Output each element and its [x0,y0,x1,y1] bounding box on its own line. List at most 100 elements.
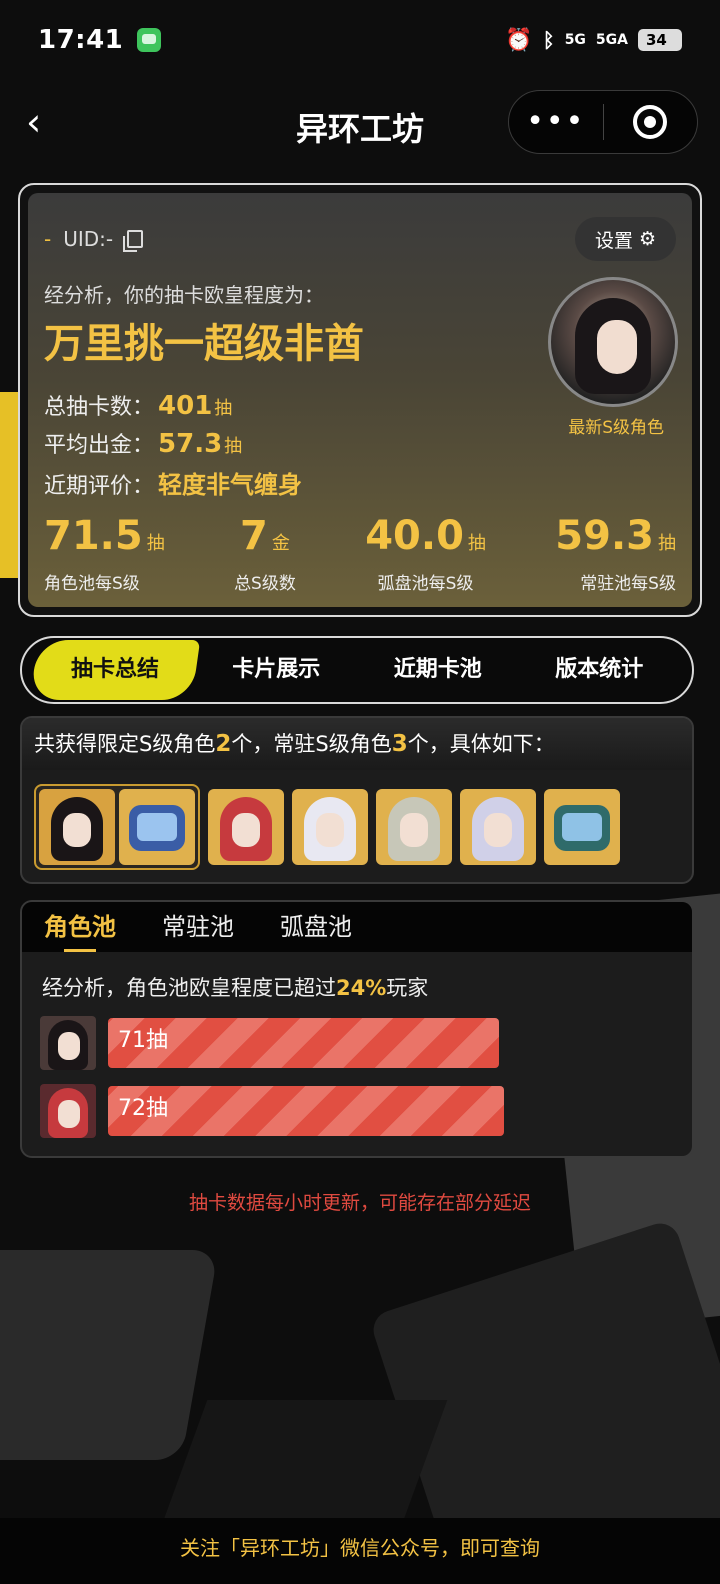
more-icon[interactable]: ••• [509,107,603,137]
stat-standard-pool: 59.3 抽 常驻池每S级 [555,513,676,594]
limited-count: 2 [215,731,232,757]
mini-program-capsule: ••• [508,90,698,154]
uid-label: UID:- [63,227,114,251]
pool-tab-character[interactable]: 角色池 [44,902,116,952]
pull-bar-track: 71抽 [108,1018,504,1068]
stat-label: 角色池每S级 [44,574,140,594]
pool-tab-standard[interactable]: 常驻池 [162,902,234,952]
pool-panel: 角色池 常驻池 弧盘池 经分析，角色池欧皇程度已超过24%玩家 71抽 72抽 [20,900,694,1158]
avg-gold-unit: 抽 [224,436,243,457]
character-card[interactable] [292,789,368,865]
latest-card-group[interactable] [34,784,200,870]
pull-bar: 71抽 [108,1018,499,1068]
stat-unit: 抽 [657,533,676,554]
pool-analysis: 经分析，角色池欧皇程度已超过24%玩家 [42,972,428,1002]
pull-bar-track: 72抽 [108,1086,504,1136]
close-target-icon[interactable] [604,105,698,139]
character-avatar [40,1016,96,1070]
profile-card: - UID:- 设置 ⚙ 经分析，你的抽卡欧皇程度为： 万里挑一超级非酋 总抽卡… [18,183,702,617]
pool-note-percent: 24% [336,976,387,1000]
uid-prefix: - [44,227,52,251]
stat-unit: 金 [271,533,290,554]
character-card[interactable] [460,789,536,865]
pull-bar-row: 71抽 [40,1016,504,1070]
tab-label: 近期卡池 [393,657,482,682]
tab-label: 版本统计 [555,657,644,682]
total-pulls-value: 401 [158,391,213,421]
character-card[interactable] [39,789,115,865]
signal-5ga-icon: 5GA [595,32,628,48]
main-tabs: 抽卡总结 卡片展示 近期卡池 版本统计 [20,636,694,704]
tab-pull-summary[interactable]: 抽卡总结 [29,640,200,700]
stat-label: 常驻池每S级 [580,574,676,594]
avg-gold-value: 57.3 [158,429,223,459]
avg-gold-label: 平均出金： [44,433,155,458]
pool-tabs: 角色池 常驻池 弧盘池 [22,902,692,952]
stat-unit: 抽 [467,533,486,554]
stat-arc-pool: 40.0 抽 弧盘池每S级 [365,513,486,594]
tab-version-stats[interactable]: 版本统计 [519,640,681,700]
copy-icon[interactable] [123,230,144,252]
stat-value: 40.0 [365,513,464,559]
recent-eval-value: 轻度非气缠身 [158,471,303,499]
arc-disc-card[interactable] [544,789,620,865]
system-icons: ⏰ ᛒ 5G 5GA 34 [505,28,682,53]
stat-value: 59.3 [555,513,654,559]
analysis-text: 经分析，你的抽卡欧皇程度为： [44,283,324,307]
luck-verdict: 万里挑一超级非酋 [44,321,364,367]
summary-text: 个，常驻S级角色 [231,732,392,756]
summary-text: 共获得限定S级角色 [34,732,216,756]
summary-text: 个，具体如下： [407,732,555,756]
stat-value: 71.5 [44,513,143,559]
character-avatar [40,1084,96,1138]
side-accent-strip [0,392,20,578]
summary-heading: 共获得限定S级角色2个，常驻S级角色3个，具体如下： [22,718,692,770]
standard-count: 3 [391,731,408,757]
pull-bar: 72抽 [108,1086,504,1136]
stat-total-s: 7金 总S级数 [234,513,296,594]
nav-bar: ‹ 异环工坊 ••• [0,86,720,160]
uid-row: - UID:- [44,227,144,252]
total-pulls-unit: 抽 [214,398,233,419]
character-card[interactable] [208,789,284,865]
pull-bar-row: 72抽 [40,1084,504,1138]
recent-eval-label: 近期评价： [44,474,155,499]
total-pulls-row: 总抽卡数： 401 抽 [44,389,232,421]
tab-label: 抽卡总结 [70,657,159,682]
pull-bar-label: 71抽 [118,1028,168,1053]
pool-note-text: 经分析，角色池欧皇程度已超过 [42,976,336,1000]
bluetooth-icon: ᛒ [542,28,555,52]
status-bar: 17:41 ⏰ ᛒ 5G 5GA 34 [0,0,720,80]
pool-tab-arc[interactable]: 弧盘池 [280,902,352,952]
latest-s-character-avatar[interactable] [548,277,678,407]
background-shape [0,1250,219,1460]
tab-card-display[interactable]: 卡片展示 [196,640,358,700]
pool-note-text: 玩家 [386,976,429,1000]
battery-icon: 34 [638,29,682,51]
tab-label: 卡片展示 [232,657,321,682]
stat-role-pool: 71.5 抽 角色池每S级 [44,513,165,594]
pull-bar-label: 72抽 [118,1096,168,1121]
recent-eval-row: 近期评价： 轻度非气缠身 [44,465,302,500]
arc-disc-card[interactable] [119,789,195,865]
s-rank-cards [34,784,620,870]
stat-label: 总S级数 [234,574,296,594]
stat-label: 弧盘池每S级 [377,574,474,594]
avg-gold-row: 平均出金： 57.3 抽 [44,427,242,459]
stat-unit: 抽 [146,533,165,554]
message-app-icon [137,28,162,52]
summary-stats: 71.5 抽 角色池每S级 7金 总S级数 40.0 抽 弧盘池每S级 59.3 抽 … [44,513,676,594]
total-pulls-label: 总抽卡数： [44,395,155,420]
status-time: 17:41 [38,25,124,55]
stat-value: 7 [240,513,268,559]
footer-banner[interactable]: 关注「异环工坊」微信公众号，即可查询 [0,1518,720,1584]
alarm-icon: ⏰ [505,27,533,53]
signal-5g-icon: 5G [564,32,586,48]
update-notice: 抽卡数据每小时更新，可能存在部分延迟 [188,1192,531,1214]
tab-recent-pools[interactable]: 近期卡池 [357,640,519,700]
settings-label: 设置 [594,229,633,252]
s-rank-summary: 共获得限定S级角色2个，常驻S级角色3个，具体如下： [20,716,694,884]
character-card[interactable] [376,789,452,865]
settings-button[interactable]: 设置 ⚙ [574,217,676,261]
gear-icon: ⚙ [638,228,656,250]
